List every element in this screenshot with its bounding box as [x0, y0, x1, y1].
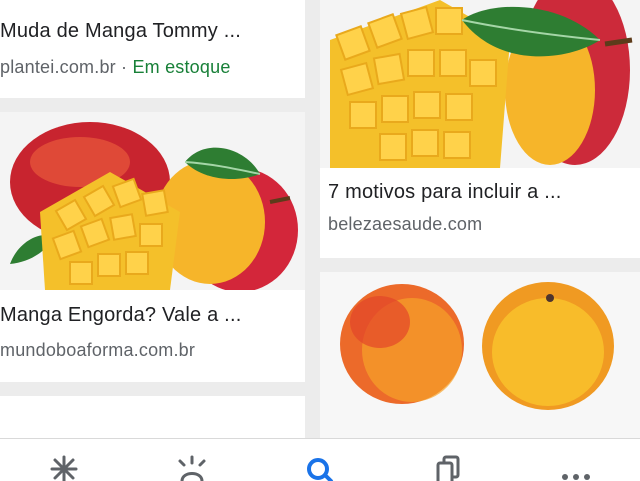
diced-mango-image[interactable] — [0, 112, 305, 290]
result-title[interactable]: Manga Engorda? Vale a ... — [0, 304, 293, 327]
result-card-3[interactable]: 7 motivos para incluir a ... belezaesaud… — [320, 0, 640, 258]
halved-mango-image[interactable] — [320, 272, 640, 438]
search-icon — [307, 458, 333, 481]
separator-dot: · — [115, 57, 133, 77]
nav-more[interactable] — [512, 439, 640, 481]
result-source: plantei.com.br · Em estoque — [0, 57, 293, 78]
diced-mango-image[interactable] — [320, 0, 640, 168]
collections-icon — [436, 455, 460, 481]
result-card-2[interactable]: Manga Engorda? Vale a ... mundoboaforma.… — [0, 112, 305, 382]
result-card-1[interactable]: Muda de Manga Tommy ... plantei.com.br ·… — [0, 0, 305, 98]
result-title[interactable]: 7 motivos para incluir a ... — [328, 181, 628, 204]
nav-discover[interactable] — [0, 439, 128, 481]
stock-status: Em estoque — [132, 57, 231, 77]
source-domain: plantei.com.br — [0, 57, 116, 77]
bottom-navigation — [0, 438, 640, 481]
result-title[interactable]: Muda de Manga Tommy ... — [0, 20, 293, 43]
result-source: belezaesaude.com — [328, 214, 483, 234]
nav-search[interactable] — [256, 439, 384, 481]
nav-updates[interactable] — [128, 439, 256, 481]
nav-collections[interactable] — [384, 439, 512, 481]
discover-icon — [50, 455, 78, 481]
more-icon — [562, 474, 590, 480]
result-card-4[interactable] — [320, 272, 640, 438]
updates-icon — [178, 455, 206, 481]
result-source: mundoboaforma.com.br — [0, 340, 196, 360]
